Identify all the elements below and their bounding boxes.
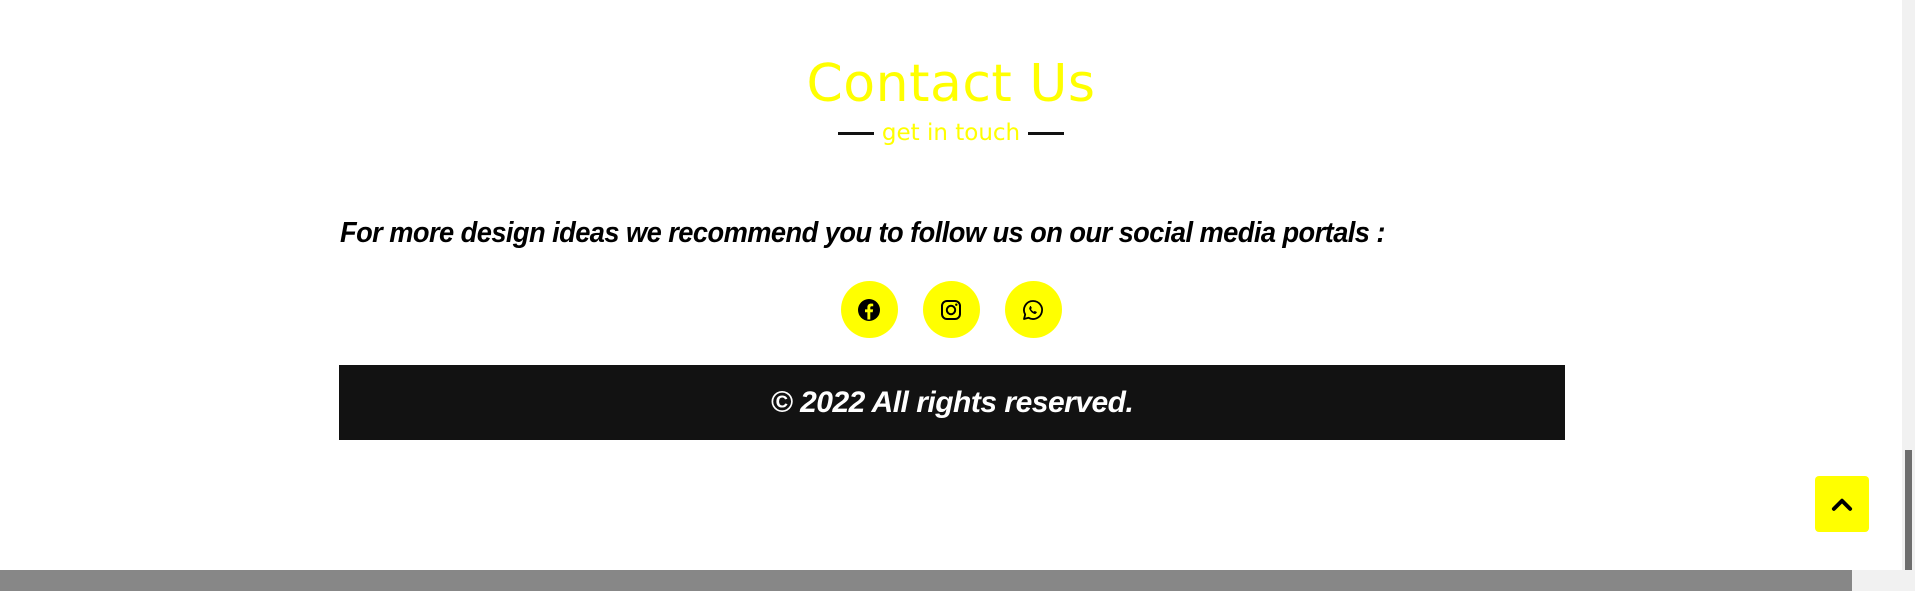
instagram-button[interactable] bbox=[922, 281, 980, 338]
section-title: Contact Us bbox=[806, 54, 1096, 114]
subtitle-text: get in touch bbox=[881, 120, 1021, 146]
section-subtitle: get in touch bbox=[0, 118, 1902, 148]
footer-bar: © 2022 All rights reserved. bbox=[339, 365, 1565, 440]
instagram-icon bbox=[941, 299, 961, 320]
horizontal-scrollbar-thumb[interactable] bbox=[0, 570, 1852, 591]
vertical-scrollbar-thumb[interactable] bbox=[1905, 450, 1912, 570]
vertical-scrollbar[interactable] bbox=[1902, 0, 1915, 591]
follow-us-text: For more design ideas we recommend you t… bbox=[340, 217, 1385, 249]
whatsapp-icon bbox=[1023, 299, 1043, 320]
horizontal-scrollbar[interactable] bbox=[0, 570, 1902, 591]
chevron-up-icon bbox=[1831, 498, 1853, 511]
subtitle-right-divider bbox=[1028, 131, 1065, 135]
scroll-to-top-button[interactable] bbox=[1815, 476, 1869, 532]
copyright-text: © 2022 All rights reserved. bbox=[770, 385, 1134, 419]
facebook-button[interactable] bbox=[840, 281, 898, 338]
social-links bbox=[0, 281, 1902, 338]
facebook-icon bbox=[858, 298, 880, 321]
whatsapp-button[interactable] bbox=[1004, 281, 1062, 338]
page: Contact Us get in touch For more design … bbox=[0, 0, 1915, 591]
subtitle-left-divider bbox=[837, 131, 874, 135]
